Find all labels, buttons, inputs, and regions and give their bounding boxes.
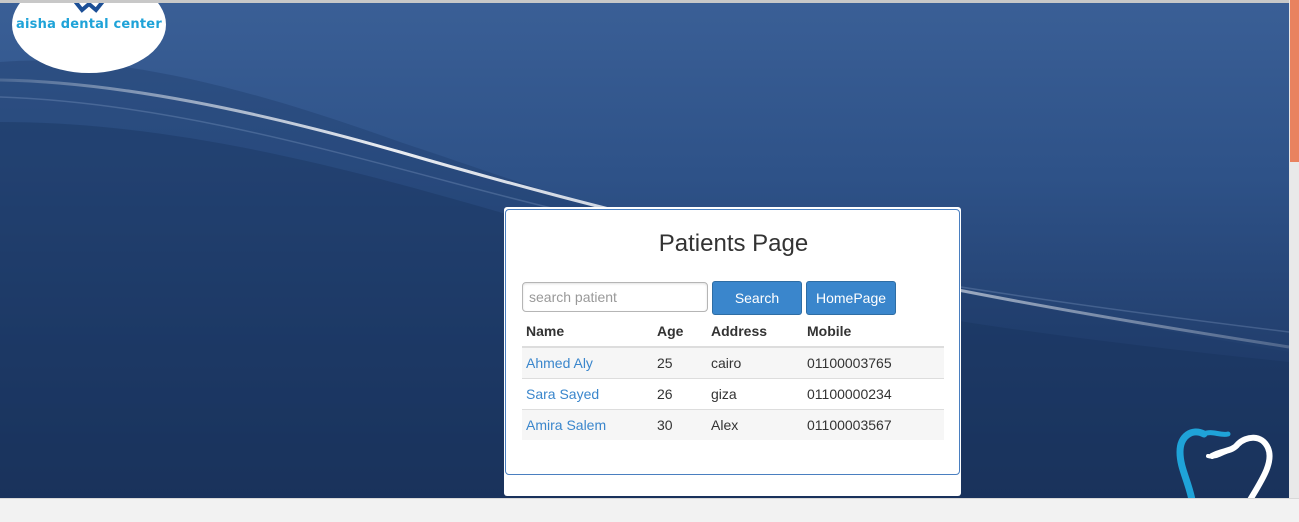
logo-text: aisha dental center xyxy=(16,17,162,32)
patient-address-cell: cairo xyxy=(707,346,803,378)
patient-name-cell: Ahmed Aly xyxy=(522,346,653,378)
tooth-logo-icon xyxy=(73,2,105,13)
patient-name-cell: Amira Salem xyxy=(522,408,653,440)
patient-name-cell: Sara Sayed xyxy=(522,377,653,409)
tooth-outline-icon xyxy=(1176,428,1273,498)
page-title: Patients Page xyxy=(658,230,809,257)
patient-name-link[interactable]: Ahmed Aly xyxy=(526,355,593,371)
patients-card: Patients Page Search HomePage Name Age A… xyxy=(505,209,960,475)
patient-age-cell: 25 xyxy=(653,346,707,378)
patient-mobile-cell: 01100000234 xyxy=(803,377,944,409)
table-header-row: Name Age Address Mobile xyxy=(522,316,944,348)
top-border xyxy=(0,0,1299,3)
patient-age-cell: 26 xyxy=(653,377,707,409)
column-header-address: Address xyxy=(707,316,803,348)
patient-name-link[interactable]: Sara Sayed xyxy=(526,386,599,402)
scrollbar-thumb[interactable] xyxy=(1290,0,1299,162)
search-input[interactable] xyxy=(522,282,708,312)
column-header-age: Age xyxy=(653,316,707,348)
patients-table: Name Age Address Mobile Ahmed Aly 25 cai… xyxy=(522,316,944,440)
patient-address-cell: giza xyxy=(707,377,803,409)
patient-age-cell: 30 xyxy=(653,408,707,440)
table-row: Sara Sayed 26 giza 01100000234 xyxy=(522,377,944,409)
table-row: Amira Salem 30 Alex 01100003567 xyxy=(522,408,944,440)
patient-name-link[interactable]: Amira Salem xyxy=(526,417,606,433)
table-row: Ahmed Aly 25 cairo 01100003765 xyxy=(522,346,944,378)
column-header-name: Name xyxy=(522,316,653,348)
patient-mobile-cell: 01100003765 xyxy=(803,346,944,378)
patient-address-cell: Alex xyxy=(707,408,803,440)
search-button[interactable]: Search xyxy=(712,281,802,315)
bottom-bar xyxy=(0,498,1299,522)
patient-mobile-cell: 01100003567 xyxy=(803,408,944,440)
column-header-mobile: Mobile xyxy=(803,316,944,348)
homepage-button[interactable]: HomePage xyxy=(806,281,896,315)
